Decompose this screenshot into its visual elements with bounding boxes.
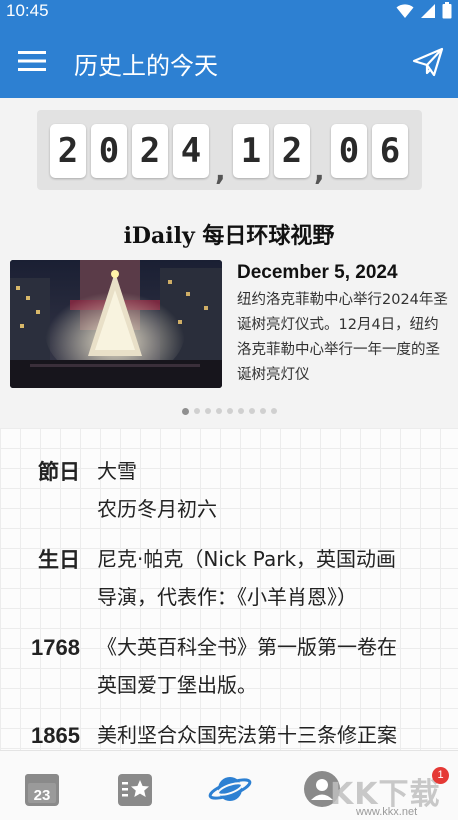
entry-line: 美利坚合众国宪法第十三条修正案 <box>97 723 397 747</box>
date-digit: 4 <box>173 124 209 178</box>
christmas-tree-image <box>10 260 222 388</box>
calendar-day: 23 <box>34 787 51 804</box>
entry-content: 大雪 农历冬月初六 <box>97 452 442 528</box>
entry-content: 《大英百科全书》第一版第一卷在 英国爱丁堡出版。 <box>97 628 442 704</box>
wifi-icon <box>396 3 414 18</box>
date-digit: 0 <box>91 124 127 178</box>
carousel-dot[interactable] <box>270 408 277 414</box>
entry-label: 節日 <box>38 460 80 484</box>
status-bar: 10:45 <box>0 0 458 24</box>
carousel-indicator <box>0 407 458 415</box>
brand-title: iDaily 每日环球视野 <box>123 223 335 249</box>
carousel-dot[interactable] <box>226 408 233 414</box>
paper-plane-icon[interactable] <box>412 46 444 78</box>
page-title: 历史上的今天 <box>74 52 218 80</box>
date-digit: 2 <box>274 124 310 178</box>
carousel-dot[interactable] <box>204 408 211 414</box>
carousel-dot[interactable] <box>193 408 200 414</box>
featured-date: December 5, 2024 <box>237 262 398 283</box>
date-separator: , <box>314 154 325 187</box>
watermark-url: www.kkx.net <box>356 806 418 818</box>
entry-line: 大雪 <box>97 459 137 483</box>
favorites-icon[interactable] <box>115 769 155 809</box>
entry-line: 尼克·帕克（Nick Park，英国动画 <box>97 547 397 571</box>
carousel-dot[interactable] <box>215 408 222 414</box>
date-separator: , <box>215 154 226 187</box>
hamburger-menu-icon[interactable] <box>18 50 46 72</box>
status-icons <box>396 2 452 19</box>
planet-icon[interactable] <box>208 769 252 809</box>
entry-label: 生日 <box>38 548 80 572</box>
date-digit: 6 <box>372 124 408 178</box>
entry-line: 农历冬月初六 <box>97 497 217 521</box>
entry-label: 1865 <box>31 723 80 748</box>
carousel-dot[interactable] <box>181 407 189 415</box>
bottom-navigation: 23 KK下载 www.kkx.net 1 <box>0 750 458 820</box>
date-counter: 2 0 2 4 , 1 2 , 0 6 <box>37 110 422 190</box>
status-time: 10:45 <box>6 1 49 20</box>
calendar-icon[interactable]: 23 <box>22 769 62 809</box>
daily-panel: 2 0 2 4 , 1 2 , 0 6 iDaily 每日环球视野 Decemb… <box>0 98 458 428</box>
featured-text[interactable]: 纽约洛克菲勒中心举行2024年圣诞树亮灯仪式。12月4日，纽约洛克菲勒中心举行一… <box>237 288 449 390</box>
carousel-dot[interactable] <box>237 408 244 414</box>
entry-content: 尼克·帕克（Nick Park，英国动画 导演，代表作：《小羊肖恩》） <box>97 540 442 616</box>
entry-content: 美利坚合众国宪法第十三条修正案 <box>97 716 442 750</box>
carousel-dot[interactable] <box>259 408 266 414</box>
signal-icon <box>421 3 435 18</box>
date-digit: 0 <box>331 124 367 178</box>
events-list: 節日 大雪 农历冬月初六 生日 尼克·帕克（Nick Park，英国动画 导演，… <box>0 428 458 750</box>
carousel-dot[interactable] <box>248 408 255 414</box>
date-digit: 2 <box>50 124 86 178</box>
entry-line: 导演，代表作：《小羊肖恩》） <box>97 585 357 609</box>
date-digit: 2 <box>132 124 168 178</box>
notification-badge: 1 <box>432 767 449 784</box>
date-digit: 1 <box>233 124 269 178</box>
app-bar: 历史上的今天 <box>0 24 458 98</box>
entry-line: 英国爱丁堡出版。 <box>97 673 257 697</box>
entry-line: 《大英百科全书》第一版第一卷在 <box>97 635 397 659</box>
entry-label: 1768 <box>31 635 80 660</box>
battery-icon <box>442 2 452 19</box>
featured-image[interactable] <box>10 260 222 388</box>
